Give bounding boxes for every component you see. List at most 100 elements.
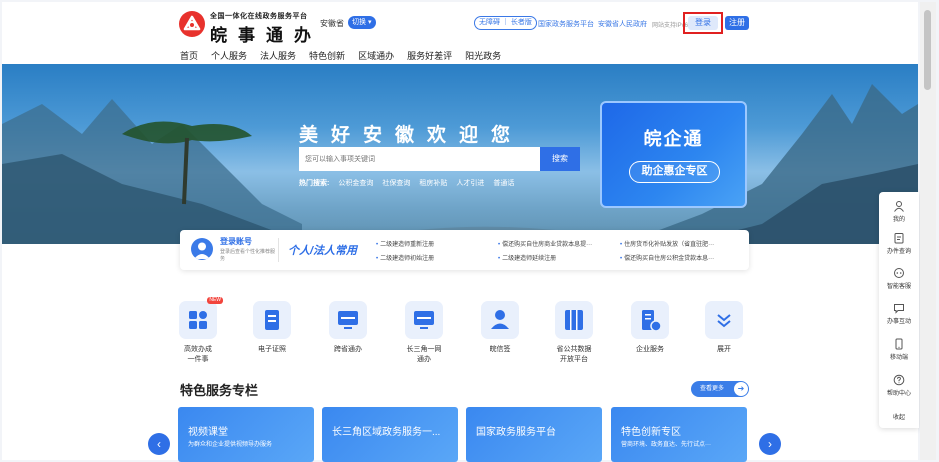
- hero-banner: 美好安徽欢迎您 搜索 热门搜索: 公积金查询 社保查询 租房补贴 人才引进 普通…: [2, 64, 918, 244]
- page-canvas: 全国一体化在线政务服务平台 皖事通办 安徽省 切换 ▾ 无障碍 ｜ 长者版 国家…: [2, 2, 919, 462]
- common-service-link[interactable]: 二级建造师延续注册: [498, 253, 556, 262]
- region-switch-button[interactable]: 切换 ▾: [348, 16, 376, 29]
- common-service-link[interactable]: 偿还购买自住房公积金贷款本息···: [620, 253, 714, 262]
- hot-item[interactable]: 公积金查询: [338, 178, 373, 188]
- float-interaction[interactable]: 办事互动: [879, 302, 919, 325]
- feature-card-innovation[interactable]: 特色创新专区 营商环境、政务直达、先行试点···: [611, 407, 747, 462]
- login-description: 登录后查看个性化推荐服务: [220, 249, 276, 262]
- service-label: 省公共数据 开放平台: [556, 346, 592, 363]
- float-label: 收起: [892, 415, 905, 421]
- service-expand[interactable]: 展开: [699, 301, 749, 355]
- avatar-icon[interactable]: [191, 238, 213, 260]
- float-mobile[interactable]: 移动端: [879, 338, 919, 361]
- feature-card-video[interactable]: 视频课堂 为群众和企业提供视频导办服务: [178, 407, 314, 462]
- chevron-down-icon: ▾: [368, 19, 372, 26]
- link-national-platform[interactable]: 国家政务服务平台: [538, 19, 594, 29]
- enterprise-card-title: 皖企通: [643, 129, 704, 149]
- hot-item[interactable]: 租房补贴: [419, 178, 447, 188]
- hot-item[interactable]: 社保查询: [382, 178, 410, 188]
- feature-card-yangtze[interactable]: 长三角区域政务服务一...: [322, 407, 458, 462]
- robot-icon: [894, 268, 904, 278]
- float-label: 帮助中心: [886, 391, 911, 397]
- card-title: 特色创新专区: [621, 427, 681, 438]
- card-title: 长三角区域政务服务一...: [332, 427, 441, 438]
- floating-toolbar: 我的 办件查询 智能客服 办事互动 移动端 帮助中心 收起: [879, 192, 919, 428]
- header: 全国一体化在线政务服务平台 皖事通办 安徽省 切换 ▾ 无障碍 ｜ 长者版 国家…: [2, 2, 918, 62]
- service-label: 企业服务: [636, 346, 664, 353]
- quick-access-strip: 登录账号 登录后查看个性化推荐服务 个人/法人常用 二级建造师重新注册 偿还购买…: [180, 230, 749, 270]
- phone-icon: [895, 338, 903, 350]
- brand-title[interactable]: 皖事通办: [210, 21, 322, 46]
- chat-icon: [894, 304, 904, 314]
- grid-icon: NEW: [179, 297, 223, 339]
- register-button[interactable]: 注册: [725, 16, 749, 30]
- float-case-query[interactable]: 办件查询: [879, 232, 919, 255]
- clipboard-icon: [894, 233, 904, 244]
- carousel-next-button[interactable]: ›: [759, 433, 781, 455]
- service-enterprise[interactable]: 企业服务: [625, 301, 675, 355]
- hot-item[interactable]: 普通话: [493, 178, 514, 188]
- enterprise-card[interactable]: 皖企通 助企惠企专区: [600, 101, 747, 208]
- card-title: 国家政务服务平台: [476, 427, 556, 438]
- service-yangtze-delta[interactable]: 长三角一网 通办: [399, 301, 449, 365]
- nav-innovation[interactable]: 特色创新: [309, 49, 345, 62]
- region-label: 安徽省: [320, 19, 344, 28]
- carousel-prev-button[interactable]: ‹: [148, 433, 170, 455]
- link-provincial-gov[interactable]: 安徽省人民政府: [598, 19, 647, 29]
- service-label: 展开: [717, 346, 731, 353]
- card-title: 视频课堂: [188, 427, 228, 438]
- person-icon: [894, 201, 904, 212]
- common-service-link[interactable]: 偿还购买自住房商业贷款本息提···: [498, 239, 592, 248]
- card-subtitle: 为群众和企业提供视频导办服务: [188, 442, 273, 448]
- view-more-button[interactable]: 查看更多 ➜: [691, 381, 749, 397]
- service-label: 高效办成 一件事: [184, 346, 212, 363]
- common-service-link[interactable]: 二级建造师初始注册: [376, 253, 434, 262]
- nav-review[interactable]: 服务好差评: [407, 49, 452, 62]
- chevron-down-icon: [705, 301, 743, 339]
- enterprise-zone-button[interactable]: 助企惠企专区: [629, 161, 720, 183]
- nav-legal[interactable]: 法人服务: [260, 49, 296, 62]
- float-help[interactable]: 帮助中心: [879, 374, 919, 397]
- feature-card-national[interactable]: 国家政务服务平台: [466, 407, 602, 462]
- nav-home[interactable]: 首页: [180, 49, 198, 62]
- float-label: 智能客服: [886, 284, 911, 290]
- accessibility-toggle[interactable]: 无障碍 ｜ 长者版: [474, 16, 537, 30]
- common-service-link[interactable]: 二级建造师重新注册: [376, 239, 434, 248]
- float-label: 办件查询: [886, 249, 911, 255]
- nav-personal[interactable]: 个人服务: [211, 49, 247, 62]
- scrollbar-thumb[interactable]: [924, 10, 931, 90]
- vertical-scrollbar[interactable]: [920, 2, 936, 460]
- brand-subtitle: 全国一体化在线政务服务平台: [210, 13, 308, 20]
- database-icon: [555, 301, 593, 339]
- service-label: 跨省通办: [334, 346, 362, 353]
- login-account-link[interactable]: 登录账号: [220, 236, 252, 247]
- hot-label: 热门搜索:: [299, 180, 330, 187]
- arrow-right-icon: ➜: [734, 382, 748, 396]
- section-title: 特色服务专栏: [180, 383, 259, 398]
- help-icon: [893, 374, 905, 386]
- hot-item[interactable]: 人才引进: [456, 178, 484, 188]
- service-e-license[interactable]: 电子证照: [247, 301, 297, 355]
- service-cross-province[interactable]: 跨省通办: [323, 301, 373, 355]
- nav-regional[interactable]: 区域通办: [358, 49, 394, 62]
- login-button[interactable]: 登录: [688, 16, 718, 30]
- nav-sunshine[interactable]: 阳光政务: [465, 49, 501, 62]
- user-icon: [481, 301, 519, 339]
- main-nav: 首页 个人服务 法人服务 特色创新 区域通办 服务好差评 阳光政务: [180, 49, 514, 62]
- new-badge: NEW: [207, 297, 223, 304]
- chevron-left-icon: ‹: [157, 437, 161, 451]
- chevron-right-icon: ›: [768, 437, 772, 451]
- enterprise-icon: [631, 301, 669, 339]
- float-my[interactable]: 我的: [879, 200, 919, 223]
- float-smart-service[interactable]: 智能客服: [879, 267, 919, 290]
- common-service-link[interactable]: 住房货币化补贴发放（省直驻肥···: [620, 239, 714, 248]
- service-open-data[interactable]: 省公共数据 开放平台: [549, 301, 599, 365]
- float-label: 我的: [892, 217, 905, 223]
- search-button[interactable]: 搜索: [540, 147, 580, 171]
- service-efficient[interactable]: NEW 高效办成 一件事: [173, 297, 223, 365]
- monitor-icon: [405, 301, 443, 339]
- service-wan-sign[interactable]: 皖信签: [475, 301, 525, 355]
- float-collapse[interactable]: 收起: [879, 412, 919, 421]
- search-input[interactable]: [299, 147, 540, 171]
- logo-icon[interactable]: [178, 10, 206, 38]
